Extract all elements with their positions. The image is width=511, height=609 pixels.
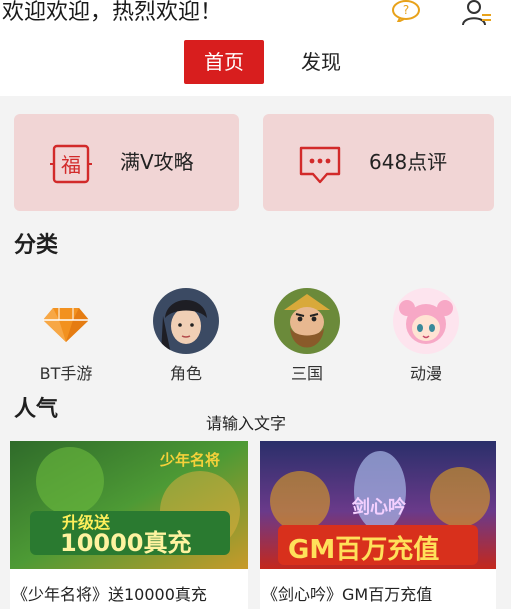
svg-text:福: 福 bbox=[61, 153, 81, 177]
feature-card-label: 648点评 bbox=[369, 150, 448, 174]
diamond-icon bbox=[43, 308, 89, 342]
feature-card-strategy[interactable]: 福 满V攻略 bbox=[14, 114, 239, 211]
category-label: 动漫 bbox=[409, 364, 442, 383]
greeting-text: 欢迎欢迎，热烈欢迎！ bbox=[2, 0, 223, 25]
category-label: 三国 bbox=[290, 364, 323, 383]
tab-home[interactable]: 首页 bbox=[184, 40, 264, 84]
game-title: 《剑心吟》GM百万充值 bbox=[262, 585, 433, 604]
svg-text:?: ? bbox=[403, 3, 409, 17]
game-card[interactable]: 升级送 10000真充 少年名将 《少年名将》送10000真充 bbox=[10, 441, 248, 609]
banner-headline: GM百万充值 bbox=[288, 535, 440, 565]
role-avatar bbox=[153, 288, 219, 354]
comment-icon bbox=[299, 146, 341, 184]
game-logo: 剑心吟 bbox=[352, 497, 406, 518]
search-hint-text: 请输入文字 bbox=[206, 414, 287, 433]
category-label: BT手游 bbox=[39, 364, 93, 383]
three-kingdoms-avatar bbox=[274, 288, 340, 354]
user-icon[interactable] bbox=[461, 0, 493, 26]
tab-discover[interactable]: 发现 bbox=[288, 40, 354, 84]
game-card[interactable]: 剑心吟 GM百万充值 《剑心吟》GM百万充值 bbox=[260, 441, 496, 609]
anime-avatar bbox=[393, 288, 459, 354]
ticket-icon: 福 bbox=[50, 144, 92, 184]
help-chat-icon[interactable]: ? bbox=[391, 0, 421, 22]
feature-card-review[interactable]: 648点评 bbox=[263, 114, 494, 211]
category-label: 角色 bbox=[169, 364, 202, 383]
popular-section-title: 人气 bbox=[14, 397, 59, 422]
game-logo: 少年名将 bbox=[160, 451, 221, 469]
game-title: 《少年名将》送10000真充 bbox=[12, 585, 207, 604]
category-section-title: 分类 bbox=[14, 233, 59, 258]
feature-card-label: 满V攻略 bbox=[120, 150, 194, 174]
top-bar: 欢迎欢迎，热烈欢迎！ ? 首页 发现 bbox=[0, 0, 511, 96]
banner-headline: 10000真充 bbox=[60, 529, 192, 557]
